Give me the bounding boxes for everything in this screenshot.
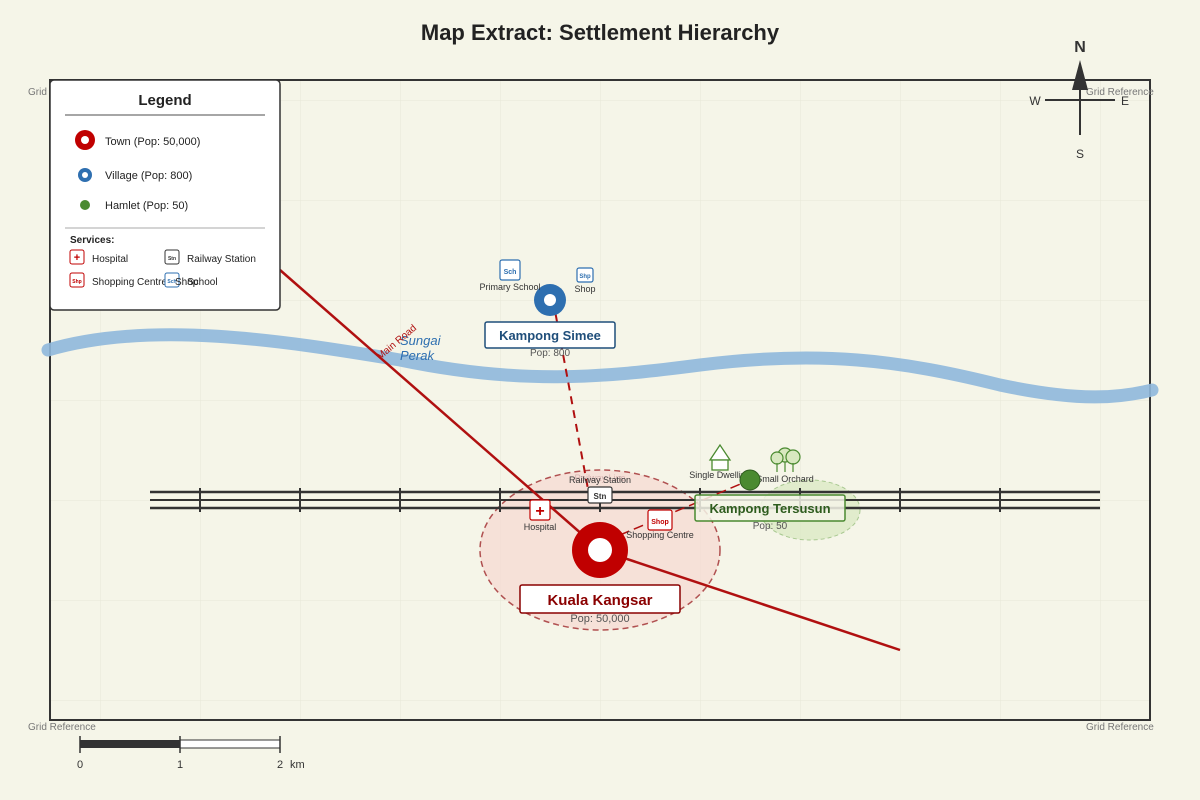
grid-ref-bottom-left: Grid Reference <box>28 722 96 733</box>
hamlet-name: Kampong Tersusun <box>709 501 830 516</box>
legend-school-label: School <box>187 277 218 288</box>
shopping-centre-icon-text: Shop <box>651 519 669 526</box>
town-name: Kuala Kangsar <box>547 592 652 609</box>
hospital-label: Hospital <box>524 522 557 532</box>
shopping-centre-label: Shopping Centre <box>626 530 694 540</box>
legend-services-title: Services: <box>70 235 114 246</box>
scale-tick-0: 0 <box>77 759 83 771</box>
legend-shopping-centre-label: Shopping Centre <box>92 277 167 288</box>
railway-line <box>150 488 1100 512</box>
legend-hospital-label: Hospital <box>92 254 128 265</box>
hospital-icon-text: + <box>535 503 544 520</box>
house-body-icon <box>711 459 729 471</box>
compass-north: N <box>1074 39 1086 56</box>
legend-town-label: Town (Pop: 50,000) <box>105 136 200 148</box>
hamlet-population: Pop: 50 <box>753 521 788 532</box>
svg-text:Shp: Shp <box>72 279 81 285</box>
river-label-line2: Perak <box>400 348 435 363</box>
shop-label: Shop <box>574 284 595 294</box>
village-name: Kampong Simee <box>499 328 601 343</box>
scale-tick-1: 1 <box>177 759 183 771</box>
town-population: Pop: 50,000 <box>570 613 629 625</box>
compass-east: E <box>1121 94 1129 108</box>
north-arrow-icon <box>1072 60 1088 90</box>
village-population: Pop: 800 <box>530 348 570 359</box>
railway-station-icon-text: Stn <box>594 492 607 501</box>
compass-west: W <box>1029 94 1041 108</box>
shop-icon-text: Shp <box>579 274 591 280</box>
scale-unit: km <box>290 759 305 771</box>
school-icon-text: Sch <box>504 269 517 276</box>
hamlet-marker-icon <box>739 469 761 491</box>
legend-panel: Legend Town (Pop: 50,000) Village (Pop: … <box>49 79 281 311</box>
scale-bar: 0 1 2 km <box>77 736 305 771</box>
legend-hamlet-label: Hamlet (Pop: 50) <box>105 200 188 212</box>
scale-tick-2: 2 <box>277 759 283 771</box>
svg-text:Stn: Stn <box>168 256 176 262</box>
legend-village-label: Village (Pop: 800) <box>105 170 192 182</box>
railway-station-label: Railway Station <box>569 475 631 485</box>
compass-south: S <box>1076 147 1084 161</box>
village-shop[interactable]: Shp Shop <box>574 267 596 294</box>
legend-title: Legend <box>138 92 191 109</box>
primary-school-label: Primary School <box>479 282 540 292</box>
settlement-map: Map Extract: Settlement Hierarchy Grid R… <box>28 20 1159 771</box>
map-title: Map Extract: Settlement Hierarchy <box>421 20 780 45</box>
hamlet-legend-icon <box>80 200 90 210</box>
legend-railway-station-label: Railway Station <box>187 254 256 265</box>
small-orchard-label: Small Orchard <box>756 474 814 484</box>
svg-text:+: + <box>74 252 80 264</box>
grid-ref-bottom-right: Grid Reference <box>1086 722 1154 733</box>
